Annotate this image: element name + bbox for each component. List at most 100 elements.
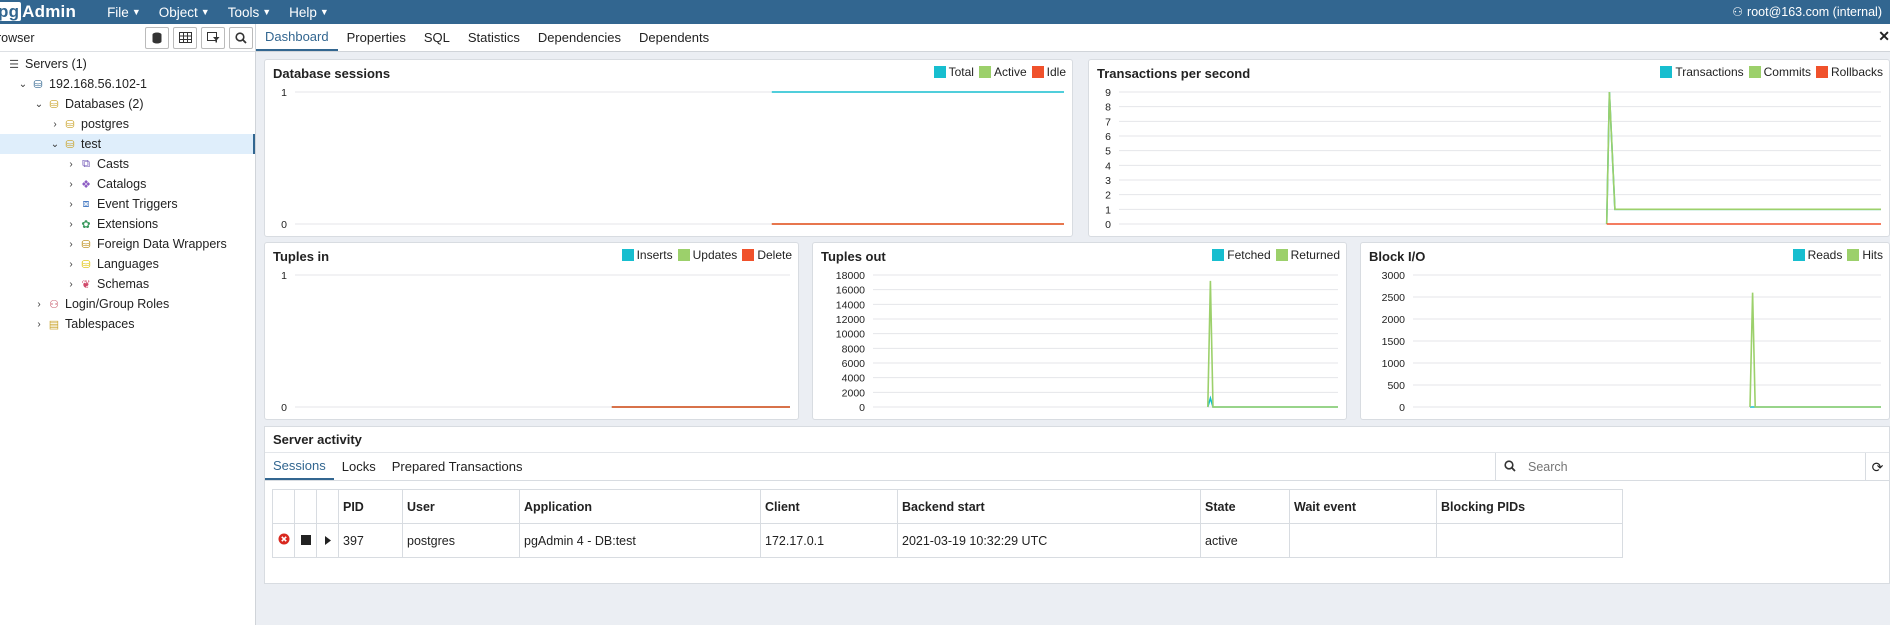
chevron-right-icon[interactable]: › — [64, 279, 78, 290]
column-header[interactable]: Wait event — [1289, 489, 1437, 524]
filter-rows-button[interactable] — [201, 26, 225, 49]
chevron-right-icon[interactable]: › — [32, 319, 46, 330]
chart-title: Transactions per second — [1097, 66, 1251, 81]
tree-node-label: Schemas — [97, 277, 150, 291]
tab-statistics[interactable]: Statistics — [459, 24, 529, 51]
cancel-query-icon[interactable] — [294, 523, 317, 558]
column-header[interactable]: Backend start — [897, 489, 1201, 524]
menu-object[interactable]: Object ▼ — [150, 5, 219, 20]
activity-search — [1495, 453, 1865, 481]
chevron-right-icon[interactable]: › — [64, 259, 78, 270]
tab-dashboard[interactable]: Dashboard — [256, 24, 338, 51]
y-tick-label: 3000 — [1382, 270, 1406, 282]
search-input[interactable] — [1528, 460, 1828, 474]
tree-node-192-168-56-102-1[interactable]: ⌄ ⛁ 192.168.56.102-1 — [0, 74, 255, 94]
column-header[interactable]: User — [402, 489, 520, 524]
legend-swatch — [1212, 249, 1225, 261]
legend-item-total[interactable]: Total — [933, 65, 974, 79]
control-column-header — [294, 489, 317, 524]
chevron-down-icon[interactable]: ⌄ — [16, 79, 30, 90]
y-tick-label: 0 — [1399, 402, 1405, 414]
tree-node-postgres[interactable]: › ⛁ postgres — [0, 114, 255, 134]
menu-help[interactable]: Help ▼ — [280, 5, 338, 20]
column-header[interactable]: Blocking PIDs — [1436, 489, 1623, 524]
y-tick-label: 500 — [1387, 380, 1405, 392]
tree-node-test[interactable]: ⌄ ⛁ test — [0, 134, 255, 154]
tree-node-casts[interactable]: › ⧉ Casts — [0, 154, 255, 174]
tree-node-languages[interactable]: › ⛁ Languages — [0, 254, 255, 274]
chevron-right-icon[interactable]: › — [64, 159, 78, 170]
legend-swatch — [677, 249, 690, 261]
series-line-fetched — [1207, 395, 1338, 408]
casts-icon: ⧉ — [82, 157, 90, 170]
tree-node-extensions[interactable]: › ✿ Extensions — [0, 214, 255, 234]
chevron-right-icon[interactable]: › — [32, 299, 46, 310]
tree-node-servers-1[interactable]: ☰ Servers (1) — [0, 54, 255, 74]
legend-item-commits[interactable]: Commits — [1748, 65, 1811, 79]
database-icon: ⛁ — [65, 118, 75, 131]
control-column-header — [316, 489, 339, 524]
tree-node-event-triggers[interactable]: › ⧈ Event Triggers — [0, 194, 255, 214]
column-header[interactable]: PID — [338, 489, 403, 524]
tab-prepared-transactions[interactable]: Prepared Transactions — [384, 453, 531, 480]
tab-properties[interactable]: Properties — [338, 24, 415, 51]
tab-sessions[interactable]: Sessions — [265, 453, 334, 480]
expand-row-icon[interactable] — [316, 523, 339, 558]
table-row[interactable]: 397 postgres pgAdmin 4 - DB:test 172.17.0.1… — [272, 523, 1623, 558]
tree-node-schemas[interactable]: › ❦ Schemas — [0, 274, 255, 294]
legend-item-inserts[interactable]: Inserts — [621, 248, 673, 262]
legend-swatch — [1031, 66, 1044, 78]
terminate-session-icon[interactable] — [272, 523, 295, 558]
view-data-button[interactable] — [173, 26, 197, 49]
chevron-right-icon[interactable]: › — [64, 179, 78, 190]
legend-item-rollbacks[interactable]: Rollbacks — [1815, 65, 1883, 79]
y-tick-label: 1 — [281, 87, 287, 99]
legend-item-active[interactable]: Active — [978, 65, 1027, 79]
chevron-right-icon[interactable]: › — [64, 199, 78, 210]
tab-dependents[interactable]: Dependents — [630, 24, 718, 51]
column-header[interactable]: Client — [760, 489, 898, 524]
chevron-right-icon[interactable]: › — [64, 239, 78, 250]
chevron-right-icon[interactable]: › — [48, 119, 62, 130]
tree-node-login-group-roles[interactable]: › ⚇ Login/Group Roles — [0, 294, 255, 314]
refresh-icon[interactable]: ⟳ — [1865, 453, 1889, 481]
legend-item-transactions[interactable]: Transactions — [1660, 65, 1744, 79]
query-tool-button[interactable] — [145, 26, 169, 49]
tab-locks[interactable]: Locks — [334, 453, 384, 480]
chevron-down-icon[interactable]: ⌄ — [48, 139, 62, 150]
tree-node-databases-2[interactable]: ⌄ ⛁ Databases (2) — [0, 94, 255, 114]
tab-dependencies[interactable]: Dependencies — [529, 24, 630, 51]
legend-item-fetched[interactable]: Fetched — [1212, 248, 1271, 262]
y-tick-label: 6 — [1105, 131, 1111, 143]
chevron-down-icon[interactable]: ⌄ — [32, 99, 46, 110]
tree-node-label: Languages — [97, 257, 159, 271]
event-triggers-icon: ⧈ — [82, 197, 90, 210]
tab-sql[interactable]: SQL — [415, 24, 459, 51]
legend-item-hits[interactable]: Hits — [1847, 248, 1883, 262]
legend-label: Active — [993, 65, 1027, 79]
browser-panel: rowser ☰ Servers (1) ⌄ ⛁ 192.168.56.102-1 ⌄ ⛁ D… — [0, 24, 256, 625]
legend-item-idle[interactable]: Idle — [1031, 65, 1066, 79]
tablespaces-icon: ▤ — [48, 318, 60, 331]
column-header[interactable]: Application — [519, 489, 761, 524]
user-menu[interactable]: ⚇ root@163.com (internal) — [1732, 0, 1882, 24]
legend-item-returned[interactable]: Returned — [1275, 248, 1340, 262]
server-activity-title: Server activity — [265, 427, 1889, 453]
tree-node-foreign-data-wrappers[interactable]: › ⛁ Foreign Data Wrappers — [0, 234, 255, 254]
legend-item-reads[interactable]: Reads — [1792, 248, 1842, 262]
tree-node-tablespaces[interactable]: › ▤ Tablespaces — [0, 314, 255, 334]
main-menu: File ▼ Object ▼ Tools ▼ Help ▼ — [98, 5, 338, 20]
menu-tools[interactable]: Tools ▼ — [219, 5, 280, 20]
y-tick-label: 12000 — [836, 314, 865, 326]
legend-label: Delete — [757, 248, 792, 262]
column-header[interactable]: State — [1200, 489, 1290, 524]
y-tick-label: 7 — [1105, 116, 1111, 128]
legend-item-updates[interactable]: Updates — [677, 248, 737, 262]
legend-item-delete[interactable]: Delete — [742, 248, 792, 262]
chevron-right-icon[interactable]: › — [64, 219, 78, 230]
table-cell: pgAdmin 4 - DB:test — [519, 523, 761, 558]
menu-file[interactable]: File ▼ — [98, 5, 150, 20]
close-panel-icon[interactable]: ✕ — [1878, 28, 1890, 45]
search-objects-button[interactable] — [229, 26, 253, 49]
tree-node-catalogs[interactable]: › ❖ Catalogs — [0, 174, 255, 194]
